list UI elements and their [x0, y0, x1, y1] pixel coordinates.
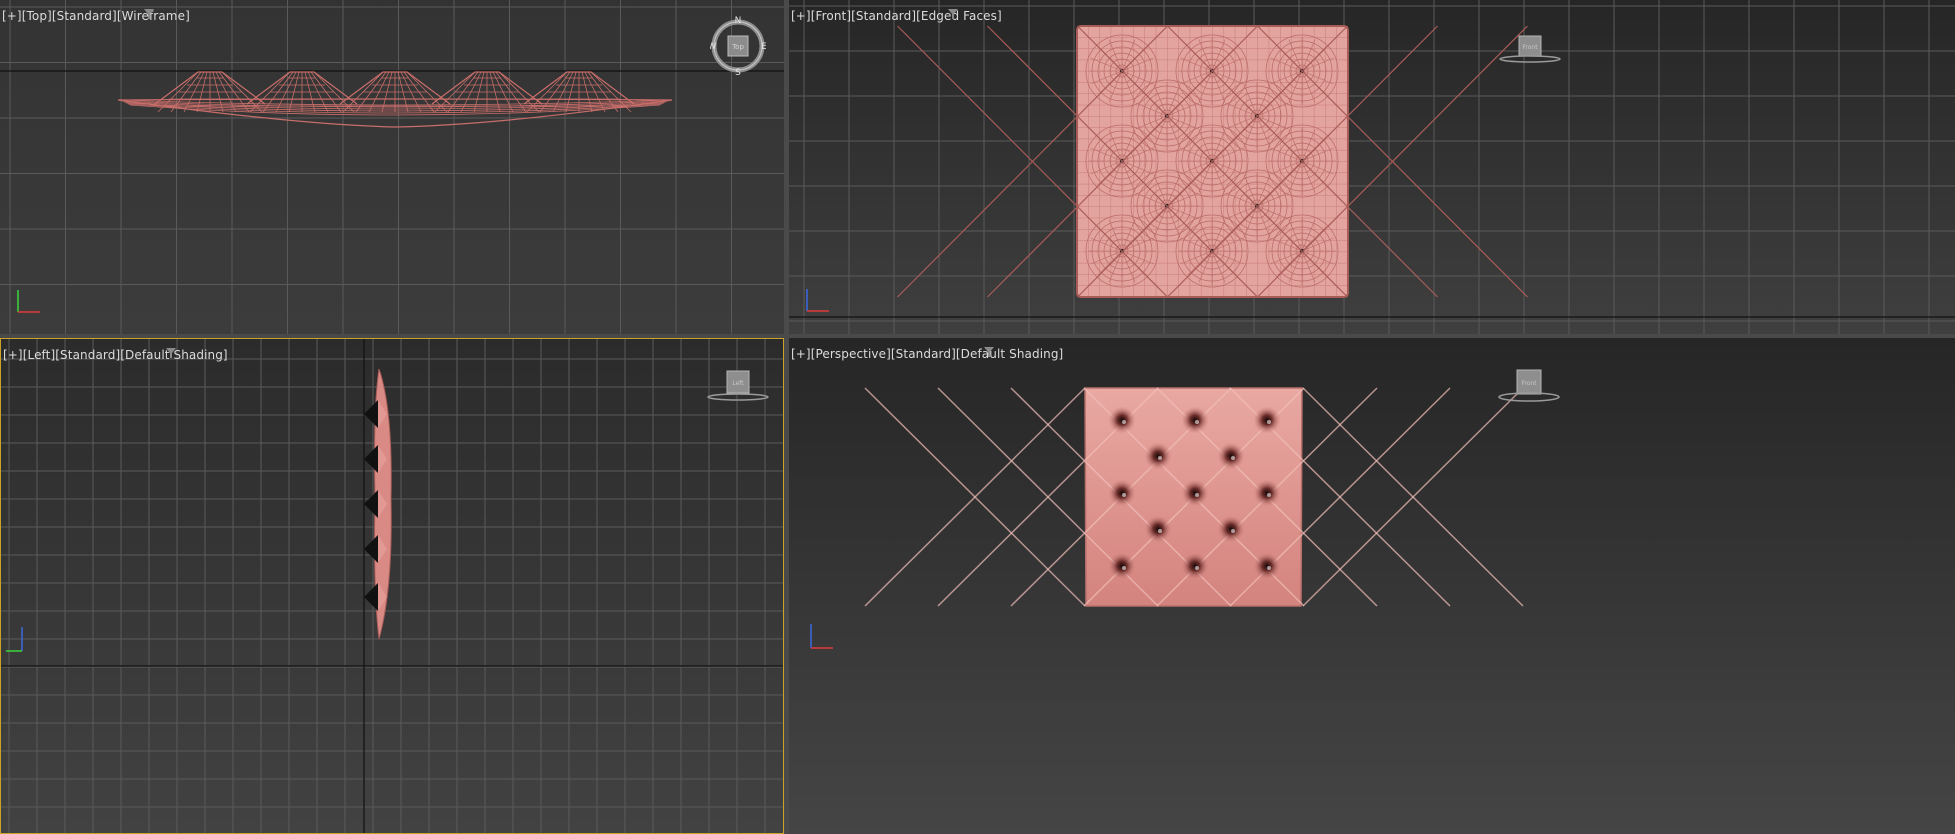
filter-icon[interactable]: [165, 347, 177, 359]
standard-menu[interactable]: [Standard]: [891, 347, 956, 361]
axis-tripod-icon: [6, 627, 23, 652]
wireframe-object: [117, 71, 673, 128]
viewcube-face: Front: [1522, 44, 1538, 51]
axis-tripod-icon: [17, 290, 40, 313]
viewport-front[interactable]: [+][Front][Standard][Edged Faces] Front: [789, 0, 1955, 334]
viewport-label[interactable]: [+][Perspective][Standard][Default Shadi…: [791, 347, 1063, 361]
standard-menu[interactable]: [Standard]: [55, 348, 120, 362]
viewport-top[interactable]: [+][Top][Standard][Wireframe] Top N S E …: [0, 0, 784, 334]
compass-east: E: [761, 42, 766, 52]
view-name-menu[interactable]: [Left]: [23, 348, 56, 362]
horizontal-splitter[interactable]: [0, 334, 1955, 338]
viewcube-icon[interactable]: Front: [1495, 366, 1561, 406]
view-name-menu[interactable]: [Perspective]: [811, 347, 891, 361]
axis-tripod-icon: [806, 289, 829, 312]
vertical-splitter[interactable]: [784, 0, 789, 834]
viewport-label[interactable]: [+][Left][Standard][Default Shading]: [3, 348, 228, 362]
viewport-left[interactable]: [+][Left][Standard][Default Shading] Lef…: [0, 338, 784, 834]
edged-faces-object: [897, 25, 1528, 298]
compass-west: W: [710, 42, 717, 52]
standard-menu[interactable]: [Standard]: [851, 9, 916, 23]
plus-menu[interactable]: [+]: [791, 9, 811, 23]
viewcube-icon[interactable]: Front: [1497, 30, 1563, 70]
compass-south: S: [735, 68, 741, 76]
viewport-perspective[interactable]: [+][Perspective][Standard][Default Shadi…: [789, 338, 1955, 834]
viewcube-face: Left: [732, 380, 744, 387]
viewport-label[interactable]: [+][Top][Standard][Wireframe]: [2, 9, 190, 23]
standard-menu[interactable]: [Standard]: [52, 9, 117, 23]
shaded-object-side: [364, 368, 392, 640]
viewcube-icon[interactable]: Left: [705, 367, 771, 407]
view-name-menu[interactable]: [Top]: [22, 9, 52, 23]
shaded-object: [864, 387, 1524, 607]
plus-menu[interactable]: [+]: [3, 348, 23, 362]
compass-icon[interactable]: Top N S E W: [708, 16, 768, 78]
filter-icon[interactable]: [983, 346, 995, 358]
view-name-menu[interactable]: [Front]: [811, 9, 851, 23]
filter-icon[interactable]: [143, 8, 155, 20]
plus-menu[interactable]: [+]: [791, 347, 811, 361]
viewcube-face: Top: [731, 43, 744, 51]
plus-menu[interactable]: [+]: [2, 9, 22, 23]
filter-icon[interactable]: [947, 8, 959, 20]
viewcube-face: Front: [1521, 380, 1537, 387]
axis-tripod-icon: [810, 624, 833, 649]
compass-north: N: [735, 16, 742, 26]
viewport-label[interactable]: [+][Front][Standard][Edged Faces]: [791, 9, 1002, 23]
shading-menu[interactable]: [Default Shading]: [956, 347, 1063, 361]
